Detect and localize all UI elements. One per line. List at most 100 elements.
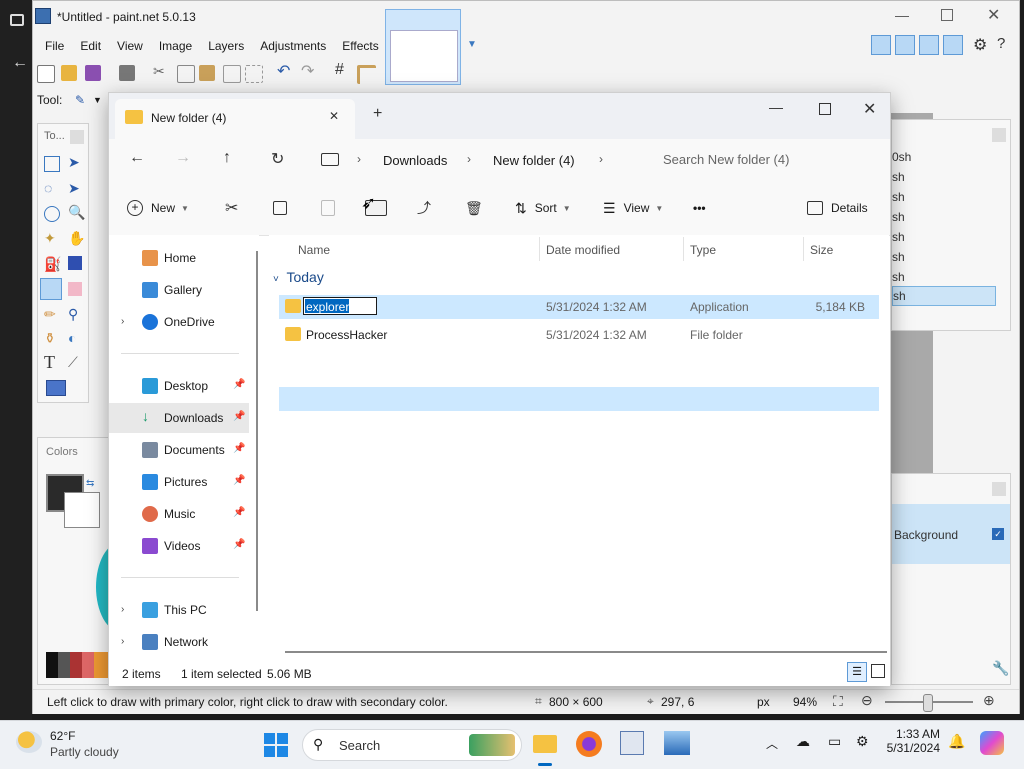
zoom-icon[interactable]: 🔍 bbox=[68, 204, 85, 221]
palette-strip[interactable] bbox=[46, 652, 110, 678]
new-button[interactable]: + New ▼ bbox=[127, 181, 189, 235]
sidebar-item-this-pc[interactable]: › This PC bbox=[109, 595, 249, 625]
back-icon[interactable]: ← bbox=[129, 149, 145, 167]
minimize-button[interactable]: — bbox=[895, 7, 909, 23]
layers-window-toggle-icon[interactable] bbox=[919, 35, 939, 55]
explorer-minimize-button[interactable]: — bbox=[769, 99, 783, 115]
group-header[interactable]: ˅ Today bbox=[273, 269, 324, 285]
recolor-icon[interactable]: ◐ bbox=[68, 330, 76, 346]
tiles-view-button[interactable] bbox=[871, 664, 885, 678]
clone-stamp-icon[interactable]: ⚱ bbox=[44, 330, 56, 347]
taskbar-paintnet[interactable] bbox=[620, 731, 644, 755]
sidebar-item-music[interactable]: Music 📌 bbox=[109, 499, 249, 529]
explorer-tab[interactable]: New folder (4) ✕ bbox=[115, 99, 355, 139]
sidebar-item-home[interactable]: Home bbox=[109, 243, 249, 273]
history-item[interactable]: sh bbox=[892, 270, 905, 284]
column-header-date[interactable]: Date modified bbox=[546, 243, 620, 257]
zoom-in-icon[interactable]: ⊕ bbox=[983, 692, 995, 709]
column-header-name[interactable]: Name bbox=[298, 243, 330, 257]
sidebar-item-desktop[interactable]: Desktop 📌 bbox=[109, 371, 249, 401]
new-icon[interactable] bbox=[37, 65, 55, 83]
save-icon[interactable] bbox=[85, 65, 101, 81]
help-icon[interactable]: ? bbox=[997, 35, 1005, 52]
back-arrow-icon[interactable]: ← bbox=[12, 54, 28, 72]
cut-icon[interactable]: ✂ bbox=[153, 63, 165, 80]
show-hidden-icons[interactable]: ︿ bbox=[766, 735, 778, 752]
zoom-level[interactable]: 94% bbox=[793, 695, 817, 709]
explorer-maximize-button[interactable] bbox=[819, 103, 831, 115]
layer-visible-checkbox[interactable]: ✓ bbox=[992, 528, 1004, 540]
grid-icon[interactable]: # bbox=[335, 61, 344, 79]
column-header-size[interactable]: Size bbox=[810, 243, 833, 257]
menu-adjustments[interactable]: Adjustments bbox=[252, 35, 334, 59]
sidebar-scrollbar[interactable] bbox=[256, 251, 258, 611]
more-button[interactable]: ••• bbox=[693, 181, 706, 235]
address-bar[interactable]: › Downloads › New folder (4) › bbox=[313, 143, 633, 177]
column-header-type[interactable]: Type bbox=[690, 243, 716, 257]
menu-edit[interactable]: Edit bbox=[72, 35, 109, 59]
horizontal-scrollbar[interactable] bbox=[285, 651, 887, 653]
zoom-to-window-icon[interactable]: ⛶ bbox=[833, 693, 843, 710]
history-item[interactable]: sh bbox=[892, 190, 905, 204]
sidebar-item-downloads[interactable]: ↓ Downloads 📌 bbox=[109, 403, 249, 433]
tools-panel-close-icon[interactable] bbox=[70, 130, 84, 144]
taskbar-search[interactable]: ⚲ Search bbox=[302, 729, 522, 761]
view-button[interactable]: ☰ View ▼ bbox=[603, 181, 663, 235]
window-icon[interactable] bbox=[10, 14, 24, 26]
colors-window-toggle-icon[interactable] bbox=[943, 35, 963, 55]
forward-icon[interactable]: → bbox=[175, 149, 191, 167]
lasso-select-icon[interactable]: ◌ bbox=[44, 180, 52, 196]
new-tab-button[interactable]: + bbox=[373, 105, 382, 123]
copy-icon[interactable] bbox=[177, 65, 195, 83]
taskbar-file-explorer[interactable] bbox=[530, 729, 560, 766]
display-icon[interactable]: ▭ bbox=[828, 733, 841, 750]
refresh-icon[interactable]: ↻ bbox=[271, 149, 284, 169]
taskbar-app[interactable] bbox=[664, 731, 690, 755]
sidebar-item-documents[interactable]: Documents 📌 bbox=[109, 435, 249, 465]
text-icon[interactable]: T bbox=[44, 352, 55, 373]
maximize-button[interactable] bbox=[941, 9, 953, 21]
cut-button[interactable]: ✂ bbox=[225, 181, 238, 235]
close-button[interactable]: ✕ bbox=[987, 5, 1000, 25]
share-button[interactable]: ⤴ bbox=[417, 181, 431, 235]
history-item[interactable]: sh bbox=[892, 170, 905, 184]
menu-effects[interactable]: Effects bbox=[334, 35, 386, 59]
crop-icon[interactable] bbox=[223, 65, 241, 83]
up-icon[interactable]: ↑ bbox=[223, 149, 231, 167]
history-item[interactable]: sh bbox=[892, 210, 905, 224]
paste-icon[interactable] bbox=[199, 65, 215, 81]
redo-icon[interactable]: ↷ bbox=[301, 61, 314, 81]
secondary-color-swatch[interactable] bbox=[64, 492, 100, 528]
file-row[interactable] bbox=[279, 387, 879, 411]
copilot-icon[interactable] bbox=[980, 731, 1004, 755]
details-button[interactable]: Details bbox=[807, 181, 868, 235]
clock[interactable]: 1:33 AM 5/31/2024 bbox=[884, 727, 940, 755]
sort-button[interactable]: ⇅ Sort ▼ bbox=[515, 181, 571, 235]
undo-icon[interactable]: ↶ bbox=[277, 61, 290, 81]
taskbar-firefox[interactable] bbox=[576, 731, 602, 757]
shapes-icon[interactable] bbox=[46, 380, 66, 396]
tool-selector[interactable]: Tool: ✎ ▼ bbox=[37, 93, 117, 117]
copy-button[interactable] bbox=[273, 181, 287, 235]
weather-widget[interactable]: 62°F Partly cloudy bbox=[16, 729, 136, 761]
unit-select[interactable]: px bbox=[757, 695, 770, 709]
move-selected-icon[interactable]: ➤ bbox=[68, 154, 80, 171]
history-item[interactable]: sh bbox=[892, 230, 905, 244]
menu-layers[interactable]: Layers bbox=[200, 35, 252, 59]
magic-wand-icon[interactable]: ✦ bbox=[44, 230, 56, 247]
paint-bucket-icon[interactable]: ⛽ bbox=[44, 256, 61, 273]
paste-button[interactable] bbox=[321, 181, 335, 235]
start-button[interactable] bbox=[264, 733, 288, 757]
sidebar-item-onedrive[interactable]: › OneDrive bbox=[109, 307, 249, 337]
sidebar-item-gallery[interactable]: Gallery bbox=[109, 275, 249, 305]
ellipse-select-icon[interactable] bbox=[44, 206, 60, 222]
search-input[interactable]: Search New folder (4) bbox=[649, 143, 879, 177]
rectangle-select-icon[interactable] bbox=[44, 156, 60, 172]
paintbrush-icon[interactable] bbox=[40, 278, 62, 300]
swap-colors-icon[interactable]: ⇆ bbox=[86, 478, 94, 489]
image-list-dropdown-icon[interactable]: ▼ bbox=[467, 39, 477, 50]
deselect-icon[interactable] bbox=[245, 65, 263, 83]
gradient-icon[interactable] bbox=[68, 256, 82, 270]
print-icon[interactable] bbox=[119, 65, 135, 81]
layers-panel-close-icon[interactable] bbox=[992, 482, 1006, 496]
